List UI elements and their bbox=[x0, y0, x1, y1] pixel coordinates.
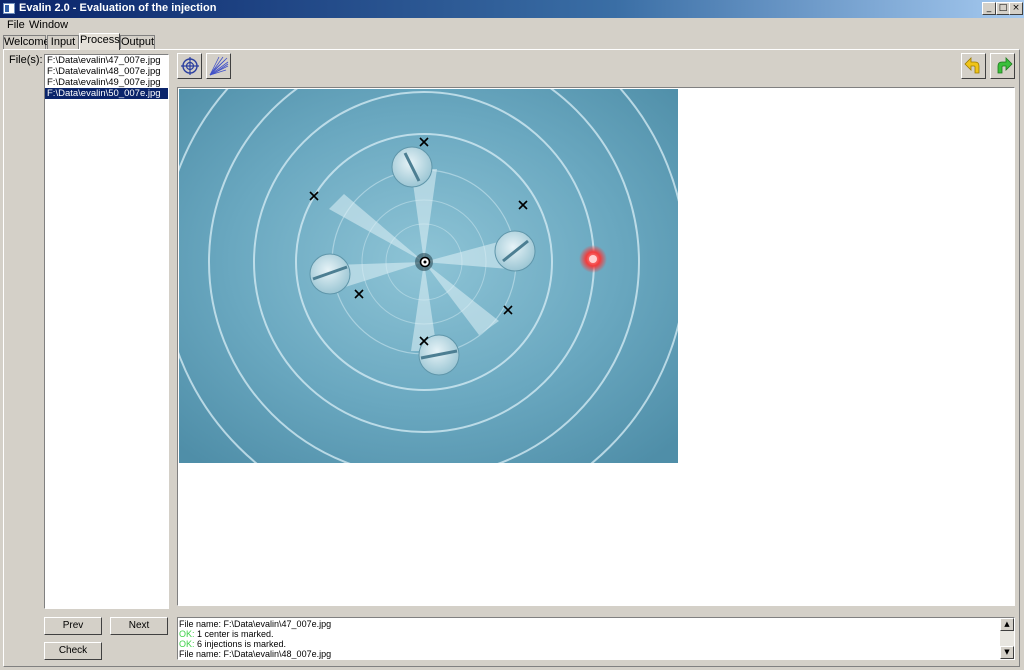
log-line: OK: 1 center is marked. bbox=[179, 629, 274, 639]
mark-center-button[interactable] bbox=[177, 53, 202, 79]
files-label: File(s): bbox=[9, 54, 43, 66]
scroll-down-icon[interactable]: ▼ bbox=[1000, 646, 1014, 659]
file-list-item[interactable]: F:\Data\evalin\49_007e.jpg bbox=[45, 77, 168, 88]
file-list-item-selected[interactable]: F:\Data\evalin\50_007e.jpg bbox=[45, 88, 168, 99]
check-button[interactable]: Check bbox=[44, 642, 102, 660]
log-output[interactable]: File name: F:\Data\evalin\47_007e.jpg OK… bbox=[177, 617, 1015, 660]
log-scrollbar[interactable]: ▲ ▼ bbox=[1000, 618, 1014, 659]
file-list-item[interactable]: F:\Data\evalin\48_007e.jpg bbox=[45, 66, 168, 77]
prev-button[interactable]: Prev bbox=[44, 617, 102, 635]
maximize-button[interactable]: □ bbox=[996, 2, 1010, 15]
redo-arrow-icon bbox=[997, 57, 1013, 74]
app-icon bbox=[3, 3, 15, 14]
redo-button[interactable] bbox=[990, 53, 1015, 79]
menu-window[interactable]: Window bbox=[29, 19, 68, 31]
tab-output[interactable]: Output bbox=[120, 35, 155, 50]
tab-process[interactable]: Process bbox=[79, 33, 120, 50]
undo-button[interactable] bbox=[961, 53, 986, 79]
crosshair-icon bbox=[181, 57, 199, 75]
undo-arrow-icon bbox=[964, 57, 980, 74]
image-canvas[interactable] bbox=[177, 87, 1015, 606]
tab-welcome[interactable]: Welcome bbox=[3, 35, 50, 50]
file-list-item[interactable]: F:\Data\evalin\47_007e.jpg bbox=[45, 55, 168, 66]
next-button[interactable]: Next bbox=[110, 617, 168, 635]
title-bar: Evalin 2.0 - Evaluation of the injection… bbox=[0, 0, 1024, 18]
tab-input[interactable]: Input bbox=[47, 35, 79, 50]
log-line: File name: F:\Data\evalin\47_007e.jpg bbox=[179, 619, 332, 629]
log-line: OK: 6 injections is marked. bbox=[179, 639, 287, 649]
tab-bar: Welcome Input Process Output bbox=[3, 33, 1024, 50]
close-button[interactable]: × bbox=[1009, 2, 1023, 15]
menu-bar: File Window bbox=[0, 18, 1024, 34]
menu-file[interactable]: File bbox=[7, 19, 25, 31]
nozzle-spray-photo[interactable] bbox=[179, 89, 678, 463]
window-title: Evalin 2.0 - Evaluation of the injection bbox=[19, 2, 217, 14]
scroll-up-icon[interactable]: ▲ bbox=[1000, 618, 1014, 631]
log-line: File name: F:\Data\evalin\48_007e.jpg bbox=[179, 649, 332, 659]
minimize-button[interactable]: _ bbox=[982, 2, 996, 15]
spray-pattern-icon bbox=[209, 56, 229, 76]
mark-injection-button[interactable] bbox=[206, 53, 231, 79]
file-list[interactable]: F:\Data\evalin\47_007e.jpg F:\Data\evali… bbox=[44, 54, 169, 609]
